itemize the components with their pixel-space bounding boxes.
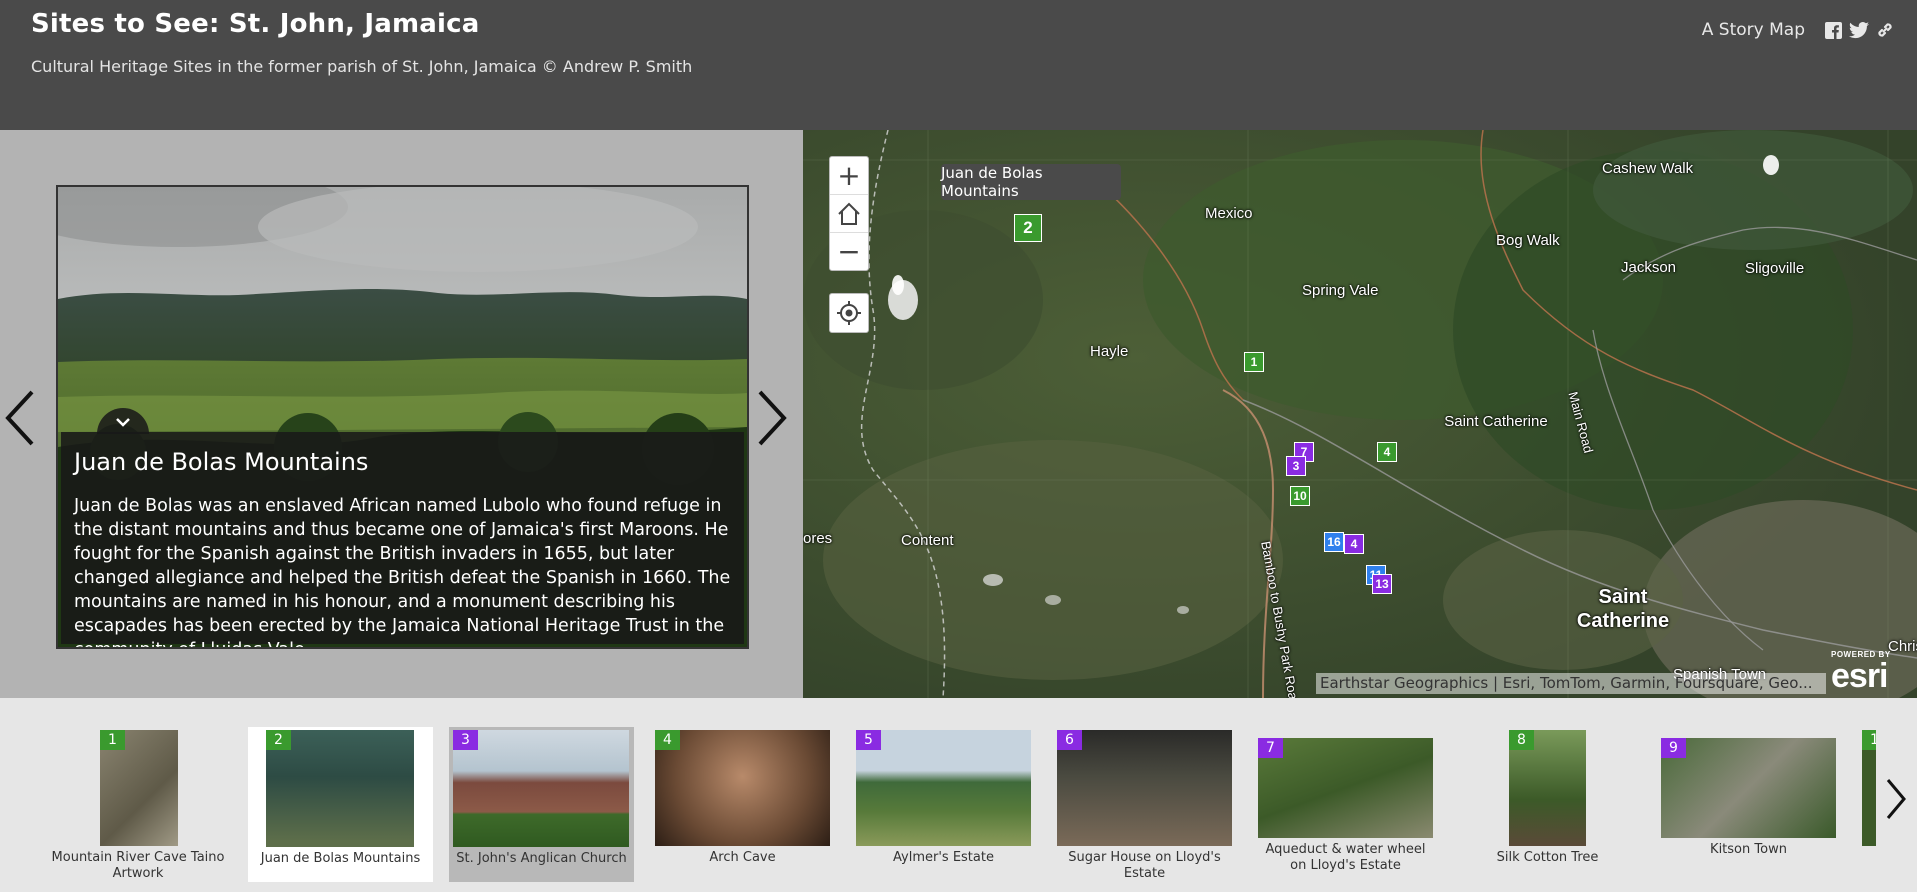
- collapse-caption-button[interactable]: [97, 408, 149, 434]
- item-number-badge: 5: [856, 730, 881, 750]
- carousel-item-10[interactable]: 1: [1862, 728, 1876, 848]
- map-label-cashew-walk: Cashew Walk: [1602, 160, 1694, 177]
- media-panel: Juan de Bolas Mountains Juan de Bolas wa…: [0, 130, 803, 698]
- map-marker-10[interactable]: 10: [1290, 486, 1310, 506]
- item-number-badge: 3: [453, 730, 478, 750]
- carousel-item-label: Kitson Town: [1710, 842, 1787, 857]
- slide-title: Juan de Bolas Mountains: [74, 448, 369, 476]
- previous-arrow-icon[interactable]: [2, 388, 38, 448]
- slide-caption: Juan de Bolas Mountains Juan de Bolas wa…: [61, 408, 744, 647]
- carousel-item-6[interactable]: 6 Sugar House on Lloyd's Estate: [1057, 728, 1232, 881]
- item-number-badge: 1: [100, 730, 125, 750]
- crosshair-icon: [837, 301, 861, 325]
- map-label-hayle: Hayle: [1090, 343, 1129, 360]
- carousel-item-2[interactable]: 2 Juan de Bolas Mountains: [248, 727, 433, 882]
- map-marker-13[interactable]: 13: [1372, 574, 1392, 594]
- carousel-item-8[interactable]: 8 Silk Cotton Tree: [1460, 728, 1635, 878]
- map-label-jackson: Jackson: [1621, 259, 1677, 276]
- map[interactable]: + − Juan de Bolas Mountains Cashew Walk …: [803, 130, 1917, 698]
- story-map-link[interactable]: A Story Map: [1702, 20, 1805, 40]
- map-marker-4-green[interactable]: 4: [1377, 442, 1397, 462]
- carousel-item-9[interactable]: 9 Kitson Town: [1661, 728, 1836, 878]
- map-marker-1[interactable]: 1: [1244, 352, 1264, 372]
- satellite-imagery: [803, 130, 1917, 698]
- map-tooltip: Juan de Bolas Mountains: [941, 164, 1121, 200]
- item-number-badge: 8: [1509, 730, 1534, 750]
- link-icon[interactable]: [1875, 20, 1895, 40]
- map-marker-4-purple[interactable]: 4: [1344, 534, 1364, 554]
- story-title: Sites to See: St. John, Jamaica: [31, 9, 480, 39]
- map-label-bog-walk: Bog Walk: [1496, 232, 1560, 249]
- next-arrow-icon[interactable]: [754, 388, 790, 448]
- locate-button[interactable]: [829, 293, 869, 333]
- twitter-icon[interactable]: [1849, 20, 1869, 40]
- carousel-item-label: Sugar House on Lloyd's Estate: [1068, 850, 1221, 881]
- map-label-sligoville: Sligoville: [1745, 260, 1805, 277]
- header-links: A Story Map: [1702, 20, 1895, 40]
- slide-description: Juan de Bolas was an enslaved African na…: [74, 496, 731, 647]
- map-label-saint-catherine-small: Saint Catherine: [1444, 413, 1548, 430]
- carousel-next-arrow-icon[interactable]: [1880, 774, 1910, 824]
- carousel-thumbnail: [1057, 730, 1232, 846]
- carousel-item-1[interactable]: 1 Mountain River Cave Taino Artwork: [48, 728, 228, 881]
- map-label-content: Content: [901, 532, 954, 549]
- item-number-badge: 1: [1862, 730, 1876, 750]
- map-marker-16[interactable]: 16: [1324, 532, 1344, 552]
- map-label-spring-vale: Spring Vale: [1302, 282, 1379, 299]
- carousel-item-label: Mountain River Cave Taino Artwork: [51, 850, 225, 881]
- carousel-thumbnail: [453, 730, 629, 847]
- zoom-in-button[interactable]: +: [830, 157, 868, 195]
- map-label-ores: ores: [803, 530, 833, 547]
- facebook-icon[interactable]: [1823, 20, 1843, 40]
- map-attribution: Earthstar Geographics | Esri, TomTom, Ga…: [1316, 673, 1826, 694]
- map-label-saint-catherine-large: Saint Catherine: [1576, 586, 1670, 632]
- carousel-item-label: Arch Cave: [709, 850, 776, 865]
- carousel-thumbnail: [655, 730, 830, 846]
- carousel-item-7[interactable]: 7 Aqueduct & water wheel on Lloyd's Esta…: [1258, 728, 1433, 878]
- carousel-thumbnail: [1661, 738, 1836, 838]
- esri-logo: POWERED BY esri: [1831, 650, 1891, 695]
- carousel: 1 Mountain River Cave Taino Artwork 2 Ju…: [0, 698, 1917, 892]
- item-number-badge: 9: [1661, 738, 1686, 758]
- carousel-item-label: St. John's Anglican Church: [456, 851, 627, 866]
- carousel-thumbnail: [856, 730, 1031, 846]
- map-marker-2[interactable]: 2: [1014, 214, 1042, 242]
- home-icon: [838, 202, 860, 225]
- map-marker-3[interactable]: 3: [1286, 456, 1306, 476]
- carousel-item-label: Aqueduct & water wheel on Lloyd's Estate: [1265, 842, 1426, 873]
- carousel-item-4[interactable]: 4 Arch Cave: [655, 728, 830, 878]
- header: Sites to See: St. John, Jamaica Cultural…: [0, 0, 1917, 130]
- chevron-down-icon: [116, 418, 130, 427]
- map-label-mexico: Mexico: [1205, 205, 1253, 222]
- carousel-item-label: Silk Cotton Tree: [1496, 850, 1599, 865]
- slide-media: Juan de Bolas Mountains Juan de Bolas wa…: [56, 185, 749, 649]
- item-number-badge: 4: [655, 730, 680, 750]
- zoom-controls: + −: [829, 156, 869, 271]
- carousel-item-label: Aylmer's Estate: [893, 850, 994, 865]
- item-number-badge: 6: [1057, 730, 1082, 750]
- story-subtitle: Cultural Heritage Sites in the former pa…: [31, 57, 693, 76]
- zoom-out-button[interactable]: −: [830, 233, 868, 270]
- item-number-badge: 2: [266, 730, 291, 750]
- carousel-item-label: Juan de Bolas Mountains: [260, 851, 421, 866]
- map-label-christ: Christ: [1888, 638, 1917, 655]
- carousel-item-3[interactable]: 3 St. John's Anglican Church: [449, 727, 634, 882]
- carousel-thumbnail: [1258, 738, 1433, 838]
- carousel-item-5[interactable]: 5 Aylmer's Estate: [856, 728, 1031, 878]
- home-button[interactable]: [830, 195, 868, 233]
- item-number-badge: 7: [1258, 738, 1283, 758]
